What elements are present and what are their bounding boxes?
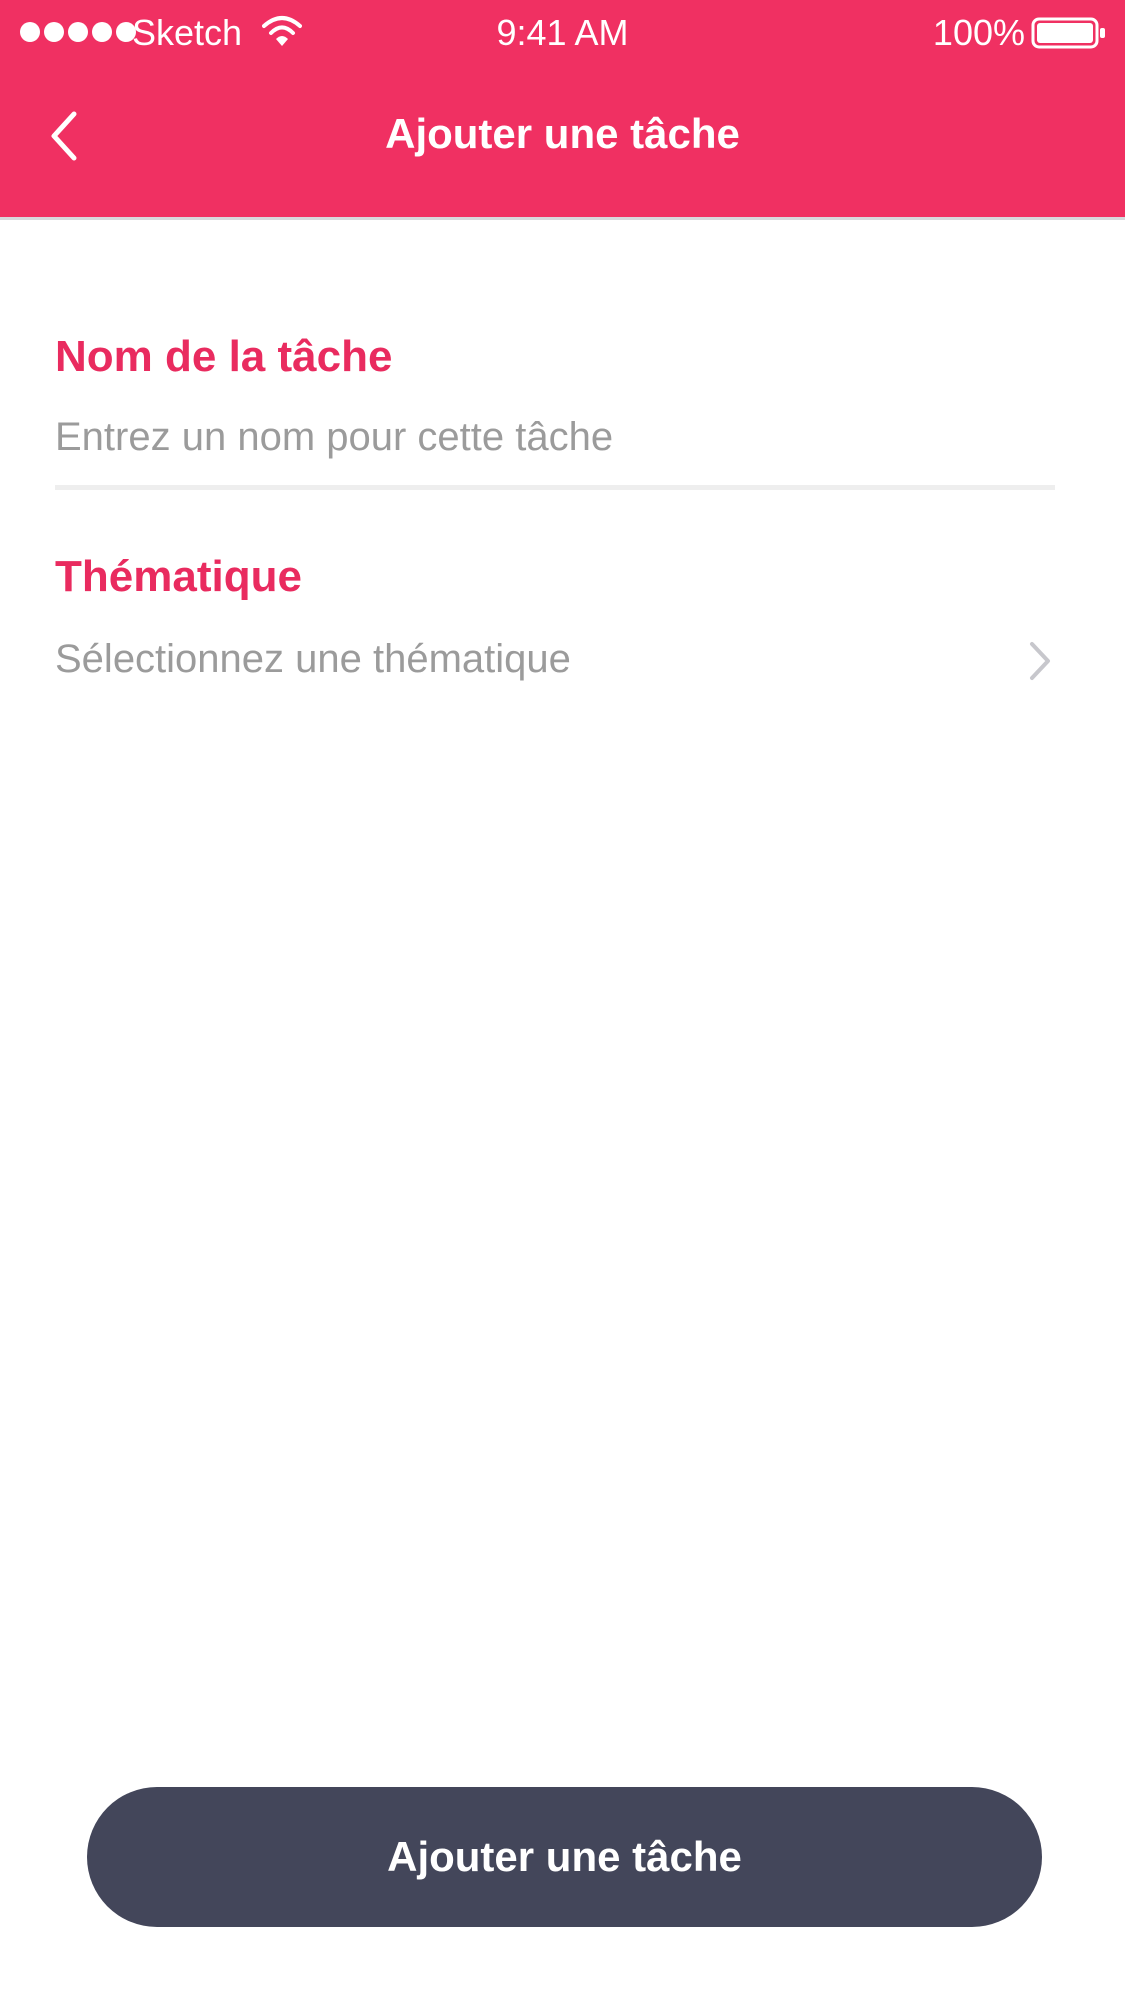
theme-select[interactable]: Sélectionnez une thématique <box>55 625 1055 695</box>
theme-label: Thématique <box>55 552 302 601</box>
add-task-button-label: Ajouter une tâche <box>387 1833 742 1880</box>
battery-percentage: 100% <box>932 12 1025 53</box>
theme-placeholder: Sélectionnez une thématique <box>55 637 571 681</box>
header-divider <box>0 217 1125 220</box>
back-button[interactable] <box>46 106 86 166</box>
task-name-input[interactable] <box>55 405 1055 469</box>
add-task-button[interactable]: Ajouter une tâche <box>87 1787 1042 1927</box>
task-name-label: Nom de la tâche <box>55 332 393 381</box>
add-task-screen: Sketch 9:41 AM 100% Ajouter une tâche No… <box>0 0 1125 2001</box>
page-title: Ajouter une tâche <box>385 110 740 157</box>
status-bar: Sketch 9:41 AM 100% <box>0 0 1125 66</box>
header: Sketch 9:41 AM 100% Ajouter une tâche <box>0 0 1125 217</box>
task-name-underline <box>55 485 1055 490</box>
chevron-left-icon <box>51 111 77 161</box>
battery-icon <box>1031 17 1105 49</box>
chevron-right-icon <box>1030 642 1050 680</box>
